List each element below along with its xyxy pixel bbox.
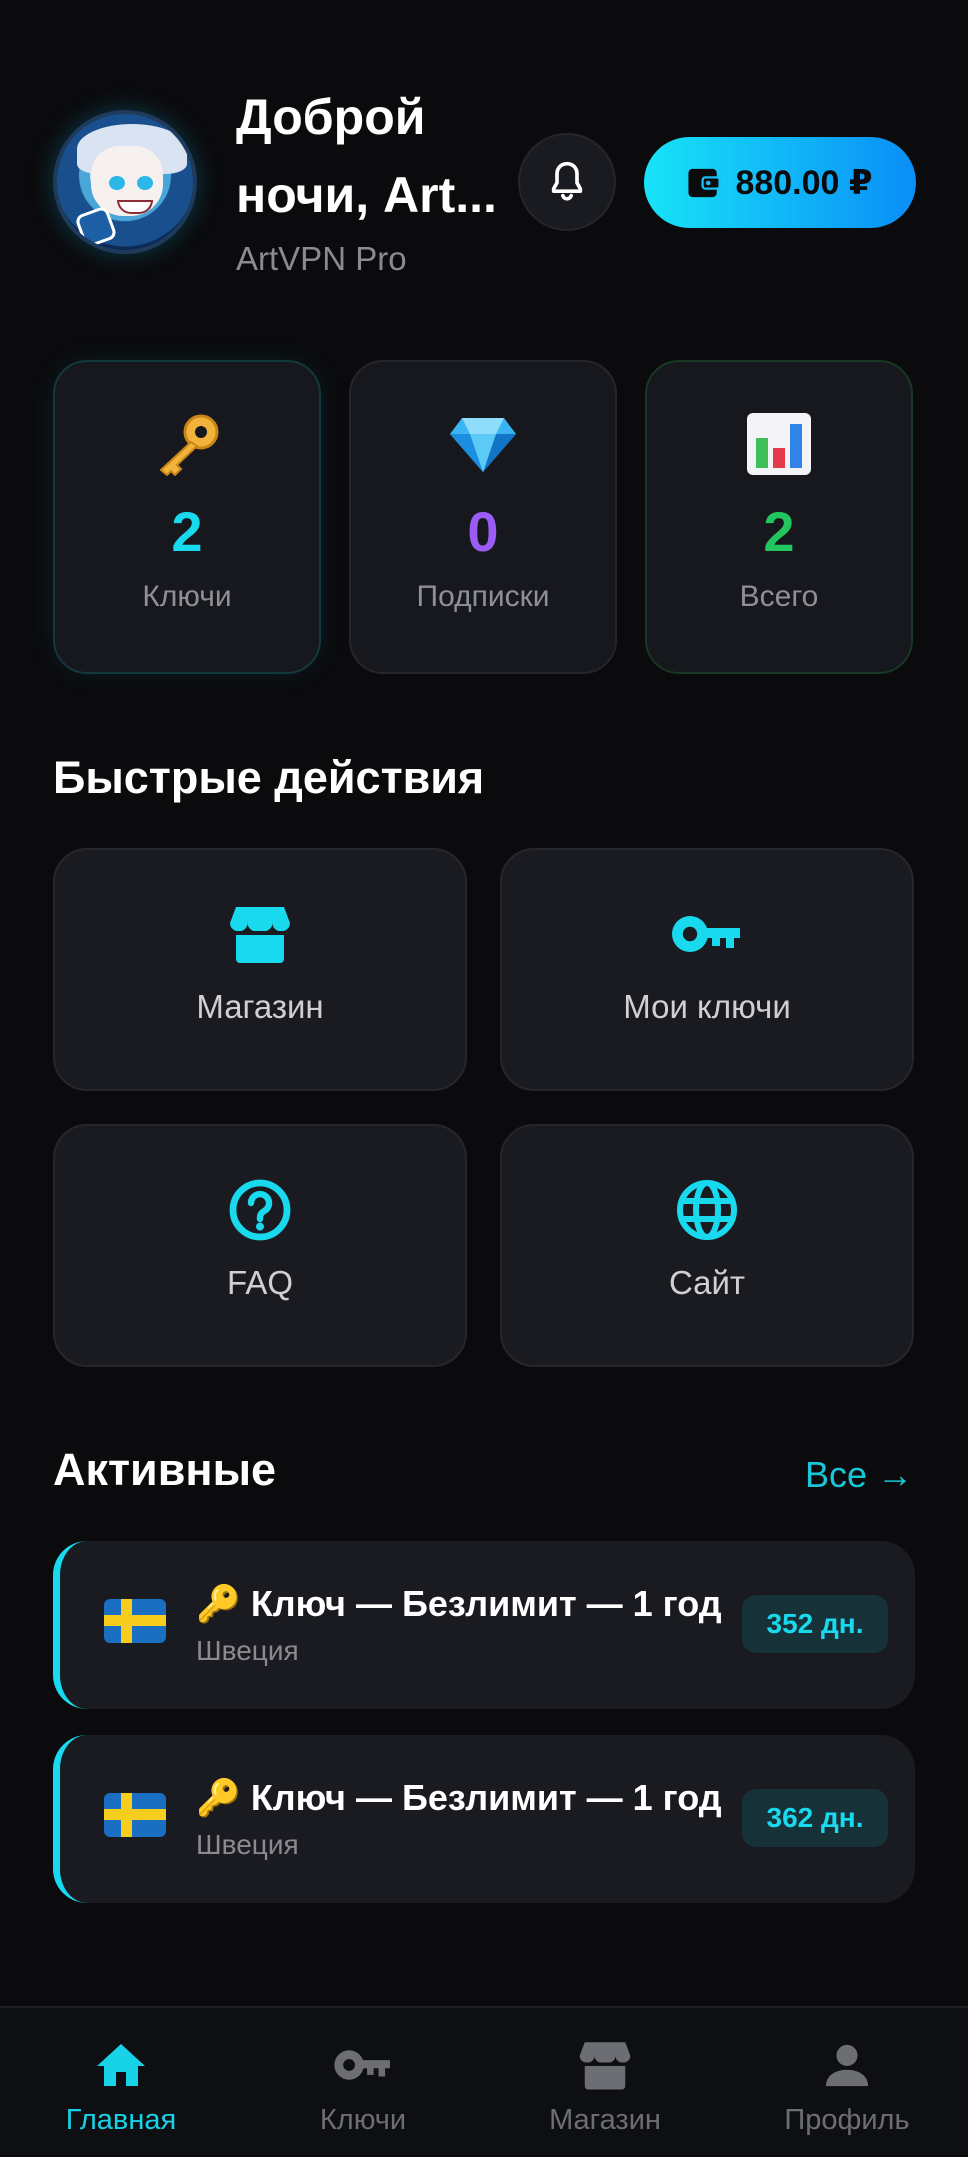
balance-button[interactable]: 880.00 ₽ — [644, 137, 916, 228]
notifications-button[interactable] — [518, 133, 616, 231]
action-my-keys-label: Мои ключи — [623, 988, 791, 1025]
action-store-label: Магазин — [196, 988, 324, 1025]
gem-emoji-icon — [448, 412, 518, 476]
stat-subscriptions[interactable]: 0 Подписки — [349, 360, 617, 674]
bottom-nav: Главная Ключи Магазин Профиль — [0, 2006, 968, 2155]
wallet-icon — [688, 168, 722, 197]
balance-amount: 880.00 ₽ — [735, 163, 873, 202]
nav-keys[interactable]: Ключи — [242, 2008, 484, 2157]
key-title: 🔑 Ключ — Безлимит — 1 год — [196, 1583, 722, 1624]
home-icon — [97, 2044, 145, 2086]
store-icon — [230, 907, 290, 963]
greeting-line-1: Доброй — [236, 89, 426, 145]
avatar[interactable] — [53, 110, 197, 254]
stat-keys[interactable]: 2 Ключи — [53, 360, 321, 674]
days-left-badge: 362 дн. — [742, 1789, 888, 1847]
key-icon — [334, 2050, 390, 2080]
plan-subtitle: ArtVPN Pro — [236, 240, 407, 277]
action-my-keys[interactable]: Мои ключи — [500, 848, 914, 1091]
stat-total[interactable]: 2 Всего — [645, 360, 913, 674]
nav-home-label: Главная — [65, 2104, 177, 2136]
quick-actions-title: Быстрые действия — [53, 752, 485, 803]
nav-home[interactable]: Главная — [0, 2008, 242, 2157]
nav-profile-label: Профиль — [784, 2104, 910, 2136]
view-all-link[interactable]: Все → — [805, 1454, 913, 1496]
nav-store[interactable]: Магазин — [484, 2008, 726, 2157]
bell-icon — [551, 161, 583, 201]
key-country: Швеция — [196, 1635, 299, 1666]
user-icon — [825, 2044, 869, 2087]
stat-subscriptions-label: Подписки — [416, 580, 550, 613]
store-icon — [579, 2042, 631, 2090]
active-key-card[interactable]: 🔑 Ключ — Безлимит — 1 год Швеция 352 дн. — [53, 1541, 915, 1709]
action-store[interactable]: Магазин — [53, 848, 467, 1091]
key-emoji-icon — [151, 412, 223, 477]
action-site[interactable]: Сайт — [500, 1124, 914, 1367]
stat-keys-label: Ключи — [142, 580, 232, 613]
action-faq-label: FAQ — [226, 1264, 294, 1301]
action-site-label: Сайт — [668, 1264, 746, 1301]
question-icon — [229, 1179, 291, 1241]
active-section-title: Активные — [53, 1444, 277, 1495]
greeting: Доброй ночи, Art... — [236, 78, 508, 234]
globe-icon — [677, 1180, 737, 1240]
nav-profile[interactable]: Профиль — [726, 2008, 968, 2157]
stat-total-value: 2 — [763, 500, 795, 563]
action-faq[interactable]: FAQ — [53, 1124, 467, 1367]
bar-chart-emoji-icon — [746, 412, 812, 476]
nav-store-label: Магазин — [549, 2104, 661, 2136]
stat-subscriptions-value: 0 — [467, 500, 499, 563]
key-country: Швеция — [196, 1829, 299, 1860]
sweden-flag-icon — [104, 1793, 166, 1837]
greeting-line-2: ночи, Art... — [236, 167, 497, 223]
stat-keys-value: 2 — [171, 500, 203, 563]
key-title: 🔑 Ключ — Безлимит — 1 год — [196, 1777, 722, 1818]
stat-total-label: Всего — [739, 580, 819, 613]
sweden-flag-icon — [104, 1599, 166, 1643]
active-key-card[interactable]: 🔑 Ключ — Безлимит — 1 год Швеция 362 дн. — [53, 1735, 915, 1903]
nav-keys-label: Ключи — [319, 2104, 407, 2136]
days-left-badge: 352 дн. — [742, 1595, 888, 1653]
key-icon — [672, 916, 740, 952]
